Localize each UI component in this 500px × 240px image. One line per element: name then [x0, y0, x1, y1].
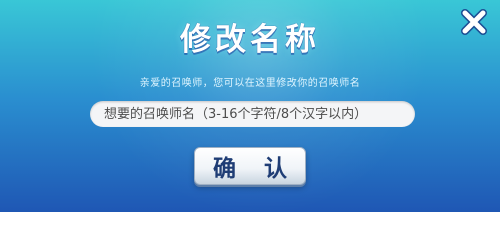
name-input-container: [90, 101, 415, 127]
confirm-button-label: 确 认: [212, 156, 297, 182]
dialog-subtitle: 亲爱的召唤师，您可以在这里修改你的召唤师名: [139, 78, 361, 89]
rename-dialog: 修改名称 亲爱的召唤师，您可以在这里修改你的召唤师名 确 认: [0, 0, 500, 212]
summoner-name-input[interactable]: [102, 105, 403, 123]
confirm-button[interactable]: 确 认: [194, 147, 306, 185]
dialog-title: 修改名称: [180, 22, 320, 58]
